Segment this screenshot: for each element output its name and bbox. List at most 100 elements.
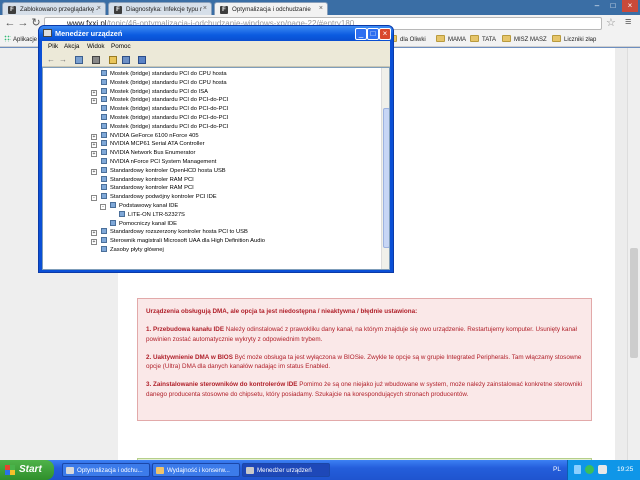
bookmark-star-icon[interactable]: ☆ — [606, 16, 616, 29]
maximize-icon[interactable]: □ — [606, 0, 620, 12]
back-icon[interactable]: ← — [4, 17, 16, 29]
device-tree-item[interactable]: + NVIDIA GeForce 6100 nForce 405 — [91, 131, 199, 141]
expand-icon[interactable]: + — [91, 168, 97, 175]
taskbar-item[interactable]: Wydajność i konserw... — [152, 463, 240, 477]
device-tree-item[interactable]: LITE-ON LTR-52327S — [119, 210, 185, 220]
expand-icon[interactable]: + — [91, 151, 97, 158]
device-label: LITE-ON LTR-52327S — [128, 211, 185, 218]
tab-close-icon[interactable]: × — [203, 5, 207, 12]
expand-icon[interactable]: + — [91, 142, 97, 149]
monitor-icon[interactable] — [138, 56, 146, 64]
device-tree-item[interactable]: Standardowy kontroler RAM PCI — [101, 175, 194, 185]
bookmark-folder[interactable]: MAMA — [436, 35, 466, 43]
forward-icon[interactable]: → — [17, 17, 29, 29]
device-tree-item[interactable]: + Standardowy rozszerzony kontroler hosta… — [91, 228, 248, 237]
chrome-menu-icon[interactable]: ≡ — [625, 16, 631, 28]
network-icon[interactable] — [574, 465, 581, 474]
device-icon — [101, 184, 107, 191]
taskbar-item-active[interactable]: Menedżer urządzeń — [242, 463, 330, 477]
properties-icon[interactable] — [75, 56, 83, 64]
help-icon[interactable] — [109, 56, 117, 64]
collapse-icon[interactable]: - — [100, 204, 106, 210]
device-label: Zasoby płyty głównej — [110, 247, 164, 253]
menu-pomoc[interactable]: Pomoc — [111, 43, 131, 50]
device-tree-item[interactable]: + Mostek (bridge) standardu PCI do PCI-do… — [91, 96, 229, 105]
device-tree-item[interactable]: Pomocniczy kanał IDE — [110, 219, 177, 229]
minimize-icon[interactable]: – — [590, 0, 604, 12]
volume-icon[interactable] — [598, 465, 607, 474]
back-arrow-icon[interactable]: ← — [47, 56, 55, 64]
tree-scrollbar[interactable] — [381, 68, 389, 269]
collapse-icon[interactable]: - — [91, 195, 97, 202]
expand-icon[interactable]: + — [91, 89, 97, 96]
device-tree-item[interactable]: Mostek (bridge) standardu PCI do CPU hos… — [101, 78, 227, 88]
clock[interactable]: 19:25 — [617, 466, 633, 473]
menu-plik[interactable]: Plik — [48, 43, 58, 50]
device-tree-item[interactable]: + NVIDIA Network Bus Enumerator — [91, 149, 196, 158]
device-tree-item[interactable]: - Standardowy podwójny kontroler PCI IDE — [91, 193, 217, 202]
device-label: Sterownik magistrali Microsoft UAA dla H… — [110, 238, 265, 245]
device-tree-item[interactable]: NVIDIA nForce PCI System Management — [101, 158, 216, 167]
device-tree-item[interactable]: + NVIDIA MCP61 Serial ATA Controller — [91, 140, 205, 149]
device-tree-item[interactable]: Zasoby płyty głównej — [101, 246, 164, 255]
device-label: Standardowy podwójny kontroler PCI IDE — [110, 194, 217, 201]
taskbar-item[interactable]: Optymalizacja i odchu... — [62, 463, 150, 477]
security-icon[interactable] — [585, 465, 594, 474]
browser-tab-active[interactable]: F Optymalizacja i odchudzanie × — [214, 2, 328, 15]
start-button[interactable]: Start — [0, 460, 54, 480]
maximize-button[interactable]: □ — [367, 28, 379, 40]
bookmark-apps[interactable]: Aplikacje — [4, 35, 37, 43]
tab-title: Diagnostyka: Infekcje typu r — [126, 6, 203, 13]
language-indicator[interactable]: PL — [553, 466, 561, 473]
menu-bar: Plik Akcja Widok Pomoc — [42, 41, 390, 53]
minimize-button[interactable]: _ — [355, 28, 367, 40]
bookmark-folder[interactable]: TATA — [470, 35, 496, 43]
device-tree-item[interactable]: Mostek (bridge) standardu PCI do PCI-do-… — [101, 105, 228, 114]
expand-icon[interactable]: + — [91, 230, 97, 237]
bookmark-folder[interactable]: Liczniki złap — [552, 35, 596, 43]
device-tree-item[interactable]: + Mostek (bridge) standardu PCI do ISA — [91, 87, 208, 97]
forward-arrow-icon[interactable]: → — [59, 56, 67, 64]
bookmark-folder[interactable]: MISZ MASZ — [502, 35, 547, 43]
device-manager-titlebar[interactable]: Menedżer urządzeń _ □ × — [39, 26, 393, 41]
folder-icon — [502, 35, 511, 42]
tab-close-icon[interactable]: × — [97, 5, 101, 12]
page-scroll-thumb[interactable] — [630, 248, 638, 358]
close-button[interactable]: × — [379, 28, 391, 40]
tab-close-icon[interactable]: × — [319, 5, 323, 12]
browser-tab[interactable]: F Diagnostyka: Infekcje typu r × — [108, 2, 212, 15]
device-label: NVIDIA Network Bus Enumerator — [110, 150, 196, 157]
device-tree-item[interactable]: Mostek (bridge) standardu PCI do PCI-do-… — [101, 122, 228, 132]
close-window-icon[interactable]: × — [622, 0, 638, 12]
menu-akcja[interactable]: Akcja — [64, 43, 79, 50]
tab-title: Zablokowano przeglądarkę - — [20, 6, 99, 13]
device-tree-item[interactable]: Standardowy kontroler RAM PCI — [101, 184, 194, 193]
device-tree-item[interactable]: + Sterownik magistrali Microsoft UAA dla … — [91, 237, 265, 246]
expand-icon[interactable]: + — [91, 98, 97, 105]
windows-logo-icon — [5, 465, 15, 475]
print-icon[interactable] — [92, 56, 100, 64]
device-label: Standardowy kontroler OpenHCD hosta USB — [110, 167, 226, 174]
device-label: Mostek (bridge) standardu PCI do PCI-do-… — [110, 97, 229, 104]
site-favicon-icon: F — [220, 6, 228, 14]
device-tree-item[interactable]: + Standardowy kontroler OpenHCD hosta USB — [91, 166, 226, 176]
browser-tab[interactable]: F Zablokowano przeglądarkę - × — [2, 2, 106, 15]
device-tree: Mostek (bridge) standardu PCI do CPU hos… — [42, 67, 390, 270]
page-scrollbar[interactable] — [627, 48, 640, 460]
device-tree-item[interactable]: - Podstawowy kanał IDE — [100, 202, 178, 211]
device-label: Mostek (bridge) standardu PCI do CPU hos… — [110, 79, 227, 86]
device-icon — [101, 87, 107, 94]
folder-icon — [156, 467, 164, 474]
device-icon — [101, 131, 107, 138]
scan-hardware-icon[interactable] — [122, 56, 130, 64]
expand-icon[interactable]: + — [91, 133, 97, 140]
expand-icon[interactable]: + — [91, 239, 97, 246]
tree-scroll-thumb[interactable] — [383, 108, 389, 248]
device-icon — [101, 70, 107, 76]
device-manager-toolbar: ← → — [42, 53, 390, 67]
device-icon — [101, 175, 107, 182]
menu-widok[interactable]: Widok — [87, 43, 105, 50]
device-tree-item[interactable]: Mostek (bridge) standardu PCI do CPU hos… — [101, 70, 227, 79]
device-icon — [110, 202, 116, 208]
device-tree-item[interactable]: Mostek (bridge) standardu PCI do PCI-do-… — [101, 114, 228, 123]
